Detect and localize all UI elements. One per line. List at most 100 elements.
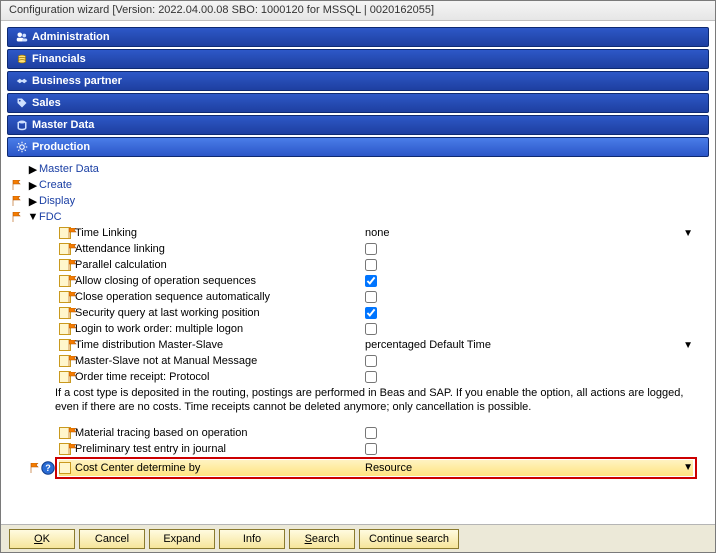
flag-icon [11,195,23,207]
tree-fdc[interactable]: ▼ FDC [17,209,709,225]
checkbox-close-auto[interactable] [365,291,377,303]
tree-label: Create [39,179,72,191]
svg-text:?: ? [45,463,51,473]
settings-panel: Time Linking none▼ Attendance linking Pa… [17,225,709,385]
checkbox-material-tracing[interactable] [365,427,377,439]
checkbox-login-wo[interactable] [365,323,377,335]
setting-parallel-calc: Parallel calculation [59,257,693,273]
arrow-down-icon: ▼ [27,211,39,223]
setting-close-auto: Close operation sequence automatically [59,289,693,305]
tree-create[interactable]: ▶ Create [17,177,709,193]
tree-label: FDC [39,211,62,223]
setting-attendance-linking: Attendance linking [59,241,693,257]
checkbox-attendance-linking[interactable] [365,243,377,255]
checkbox-prelim-test[interactable] [365,443,377,455]
dropdown-value: percentaged Default Time [365,339,491,351]
arrow-right-icon: ▶ [27,163,39,176]
database-icon [12,119,32,131]
gear-icon [12,141,32,153]
setting-label: Order time receipt: Protocol [75,371,365,383]
btn-label: Info [243,533,261,545]
dropdown-time-linking[interactable]: none ▼ [365,227,693,239]
nav-label: Production [32,141,90,153]
content-area: Administration Financials Business partn… [1,21,715,524]
help-icon[interactable]: ? [41,461,55,475]
nav-master-data[interactable]: Master Data [7,115,709,135]
arrow-right-icon: ▶ [27,179,39,192]
btn-label: Cancel [95,533,129,545]
flag-icon [67,427,79,439]
checkbox-parallel-calc[interactable] [365,259,377,271]
setting-ms-not-manual: Master-Slave not at Manual Message [59,353,693,369]
nav-business-partner[interactable]: Business partner [7,71,709,91]
nav-label: Master Data [32,119,94,131]
tree-label: Master Data [39,163,99,175]
setting-label: Close operation sequence automatically [75,291,365,303]
continue-search-button[interactable]: Continue search [359,529,459,549]
cancel-button[interactable]: Cancel [79,529,145,549]
tree-display[interactable]: ▶ Display [17,193,709,209]
expand-button[interactable]: Expand [149,529,215,549]
window-titlebar: Configuration wizard [Version: 2022.04.0… [1,1,715,21]
settings-panel-2: Material tracing based on operation Prel… [17,425,709,479]
dropdown-value: none [365,227,389,239]
flag-icon [11,179,23,191]
nav-sales[interactable]: Sales [7,93,709,113]
search-button[interactable]: Search [289,529,355,549]
setting-cost-center: ? Cost Center determine by Resource▼ [59,460,693,476]
flag-icon [67,307,79,319]
tree-label: Display [39,195,75,207]
handshake-icon [12,75,32,87]
setting-label: Login to work order: multiple logon [75,323,365,335]
btn-label: Continue search [369,533,449,545]
flag-icon [67,259,79,271]
setting-label: Master-Slave not at Manual Message [75,355,365,367]
caret-down-icon: ▼ [683,340,693,351]
nav-financials[interactable]: Financials [7,49,709,69]
flag-icon [29,462,41,474]
setting-time-linking: Time Linking none▼ [59,225,693,241]
setting-order-protocol: Order time receipt: Protocol [59,369,693,385]
setting-security-query: Security query at last working position [59,305,693,321]
nav-label: Business partner [32,75,122,87]
flag-icon [67,291,79,303]
setting-material-tracing: Material tracing based on operation [59,425,693,441]
arrow-right-icon: ▶ [27,195,39,208]
setting-label: Parallel calculation [75,259,365,271]
window-title: Configuration wizard [Version: 2022.04.0… [9,4,434,16]
nav-label: Sales [32,97,61,109]
flag-icon [67,227,79,239]
ok-button[interactable]: OK [9,529,75,549]
flag-icon [67,355,79,367]
caret-down-icon: ▼ [683,462,693,473]
setting-prelim-test: Preliminary test entry in journal [59,441,693,457]
nav-label: Administration [32,31,110,43]
nav-production[interactable]: Production [7,137,709,157]
setting-label: Time distribution Master-Slave [75,339,365,351]
flag-icon [11,211,23,223]
flag-icon [67,323,79,335]
dropdown-time-dist[interactable]: percentaged Default Time ▼ [365,339,693,351]
button-bar: OK Cancel Expand Info Search Continue se… [1,524,715,552]
checkbox-ms-not-manual[interactable] [365,355,377,367]
info-button[interactable]: Info [219,529,285,549]
nav-administration[interactable]: Administration [7,27,709,47]
highlighted-frame: ? Cost Center determine by Resource▼ [55,457,697,479]
caret-down-icon: ▼ [683,228,693,239]
nav-label: Financials [32,53,86,65]
checkbox-order-protocol[interactable] [365,371,377,383]
coins-icon [12,53,32,65]
flag-icon [67,243,79,255]
checkbox-security-query[interactable] [365,307,377,319]
flag-icon [67,371,79,383]
users-icon [12,31,32,43]
dropdown-cost-center[interactable]: Resource ▼ [365,462,693,474]
setting-allow-closing: Allow closing of operation sequences [59,273,693,289]
config-wizard-window: Configuration wizard [Version: 2022.04.0… [0,0,716,553]
btn-tail: K [43,533,50,545]
setting-label: Allow closing of operation sequences [75,275,365,287]
dropdown-value: Resource [365,462,412,474]
tree-master-data[interactable]: ▶ Master Data [27,161,709,177]
checkbox-allow-closing[interactable] [365,275,377,287]
flag-icon [67,275,79,287]
